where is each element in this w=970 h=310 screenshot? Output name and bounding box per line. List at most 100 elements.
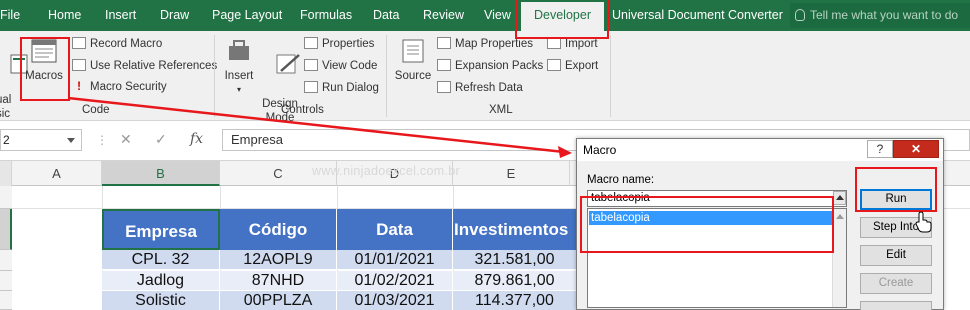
row-header[interactable] [0, 271, 12, 291]
view-code-icon [304, 59, 318, 71]
table-cell[interactable]: 114.377,00 [453, 291, 577, 310]
run-dialog-label: Run Dialog [322, 82, 379, 94]
controls-group-label: Controls [281, 104, 324, 116]
highlight-developer-tab [515, 0, 609, 39]
row-header[interactable] [0, 186, 12, 209]
expansion-packs-button[interactable]: Expansion Packs [437, 59, 543, 72]
function-icon[interactable]: fx [190, 131, 203, 147]
column-header-a[interactable]: A [12, 161, 102, 186]
name-box[interactable]: 2 [0, 129, 82, 151]
select-all-corner[interactable] [0, 161, 12, 186]
tab-page-layout[interactable]: Page Layout [212, 0, 282, 31]
use-relative-references-button[interactable]: Use Relative References [72, 59, 217, 72]
run-dialog-button[interactable]: Run Dialog [304, 81, 379, 94]
table-cell[interactable]: Jadlog [102, 271, 220, 291]
column-header-e[interactable]: E [453, 161, 570, 186]
record-macro-label: Record Macro [90, 38, 163, 50]
insert-control-button[interactable]: Insert ▾ [220, 37, 258, 97]
row-header[interactable] [0, 209, 12, 250]
chevron-down-icon: ▾ [236, 85, 241, 94]
tab-formulas[interactable]: Formulas [300, 0, 352, 31]
insert-control-icon [229, 40, 249, 60]
macro-name-label: Macro name: [587, 174, 655, 186]
table-cell[interactable]: 87NHD [220, 271, 337, 291]
design-mode-icon [276, 54, 300, 74]
group-separator [386, 35, 387, 117]
tell-me-placeholder: Tell me what you want to do [810, 8, 959, 22]
code-group-label: Code [82, 104, 110, 116]
tab-draw[interactable]: Draw [160, 0, 189, 31]
tab-data[interactable]: Data [373, 0, 399, 31]
enter-icon[interactable]: ✓ [155, 131, 167, 148]
ribbon-developer-panel: ual sic Macros Record Macro Use Relative… [0, 31, 970, 124]
table-cell[interactable]: 321.581,00 [453, 250, 577, 270]
column-header-b[interactable]: B [102, 161, 220, 186]
table-cell[interactable]: 879.861,00 [453, 271, 577, 291]
table-cell[interactable]: Solistic [102, 291, 220, 310]
table-cell[interactable]: 01/01/2021 [337, 250, 453, 270]
table-cell[interactable]: 01/03/2021 [337, 291, 453, 310]
tab-view[interactable]: View [484, 0, 511, 31]
table-cell[interactable]: 12AOPL9 [220, 250, 337, 270]
tab-insert[interactable]: Insert [105, 0, 136, 31]
visual-basic-label: ual sic [0, 94, 12, 120]
tab-file[interactable]: File [0, 0, 20, 31]
run-dialog-icon [304, 81, 318, 93]
properties-button[interactable]: Properties [304, 37, 374, 50]
export-button[interactable]: Export [547, 59, 598, 72]
close-button[interactable]: ✕ [893, 140, 939, 158]
table-header-codigo[interactable]: Código [220, 209, 337, 250]
use-relative-references-label: Use Relative References [90, 60, 218, 72]
edit-button[interactable]: Edit [860, 245, 932, 266]
ribbon-tab-bar: File Home Insert Draw Page Layout Formul… [0, 0, 970, 31]
help-button[interactable]: ? [867, 140, 893, 158]
table-cell[interactable]: 01/02/2021 [337, 271, 453, 291]
view-code-button[interactable]: View Code [304, 59, 377, 72]
source-button[interactable]: Source [392, 37, 434, 83]
refresh-data-icon [437, 81, 451, 93]
table-header-investimentos[interactable]: Investimentos [453, 209, 577, 250]
cancel-icon[interactable]: ✕ [120, 131, 132, 148]
properties-label: Properties [322, 38, 375, 50]
tab-home[interactable]: Home [48, 0, 81, 31]
scrollbar[interactable] [832, 209, 846, 307]
cursor-icon [915, 211, 932, 233]
tab-universal-document-converter[interactable]: Universal Document Converter [612, 0, 783, 31]
table-cell[interactable]: 00PPLZA [220, 291, 337, 310]
export-label: Export [565, 60, 599, 72]
macro-security-icon: ! [77, 81, 81, 93]
macro-security-label: Macro Security [90, 81, 167, 93]
drag-handle-icon: ⋮ [96, 133, 108, 147]
source-label: Source [394, 70, 432, 82]
map-properties-label: Map Properties [455, 38, 533, 50]
row-header[interactable] [0, 250, 12, 271]
collapse-icon[interactable] [833, 191, 846, 205]
chevron-down-icon [67, 138, 75, 143]
import-label: Import [565, 38, 598, 50]
export-icon [547, 59, 561, 71]
source-icon [402, 39, 424, 63]
group-separator [610, 35, 611, 117]
table-cell[interactable]: CPL. 32 [102, 250, 220, 270]
map-properties-icon [437, 37, 451, 49]
delete-button[interactable] [860, 301, 932, 310]
refresh-data-label: Refresh Data [455, 82, 523, 94]
refresh-data-button[interactable]: Refresh Data [437, 81, 523, 94]
record-macro-button[interactable]: Record Macro [72, 37, 162, 50]
highlight-macros-button [20, 37, 70, 101]
record-macro-icon [72, 37, 86, 49]
table-header-empresa[interactable]: Empresa [102, 209, 220, 250]
insert-control-label: Insert [224, 70, 254, 82]
highlight-run-button [855, 167, 937, 212]
row-headers [0, 186, 12, 310]
expansion-packs-label: Expansion Packs [455, 60, 544, 72]
macro-security-button[interactable]: ! Macro Security [72, 81, 167, 93]
relative-references-icon [72, 59, 86, 71]
row-header[interactable] [0, 291, 12, 310]
table-header-data[interactable]: Data [337, 209, 453, 250]
tell-me-search[interactable]: Tell me what you want to do [790, 3, 970, 28]
tab-review[interactable]: Review [423, 0, 464, 31]
create-button[interactable]: Create [860, 273, 932, 294]
expansion-packs-icon [437, 59, 451, 71]
lightbulb-icon [795, 9, 805, 21]
